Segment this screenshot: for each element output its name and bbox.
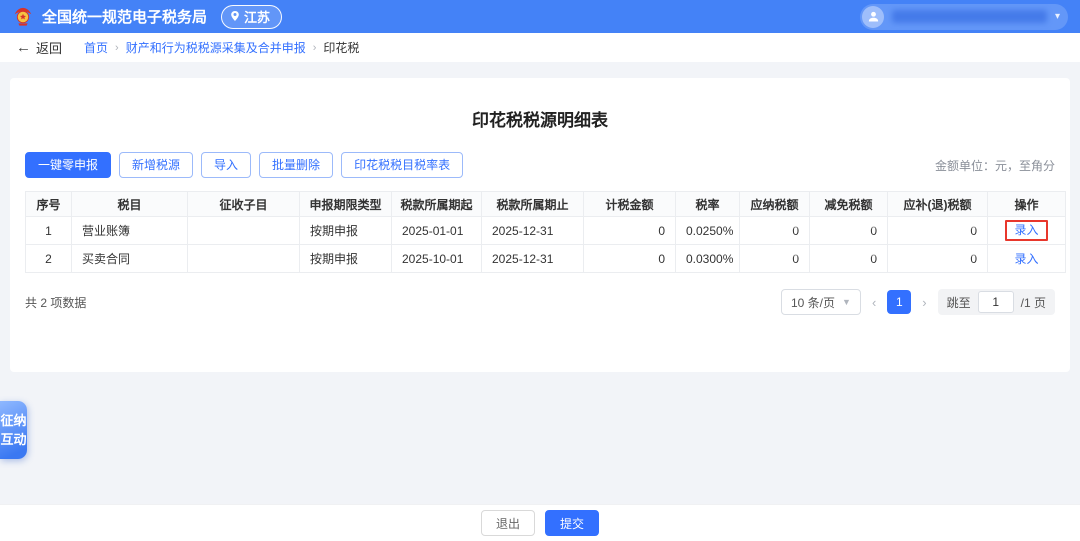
table-row: 1营业账簿按期申报2025-01-012025-12-3100.0250%000… [26, 217, 1066, 245]
tax-source-table: 序号税目征收子目申报期限类型税款所属期起税款所属期止计税金额税率应纳税额减免税额… [25, 191, 1066, 273]
region-badge[interactable]: 江苏 [221, 5, 282, 29]
back-arrow-icon: ← [16, 39, 31, 56]
chevron-down-icon: ▾ [1055, 11, 1060, 22]
breadcrumb-separator: › [313, 42, 317, 54]
total-pages-label: /1 页 [1021, 294, 1046, 311]
add-tax-source-button[interactable]: 新增税源 [119, 152, 193, 178]
table-cell: 营业账簿 [72, 217, 188, 245]
redacted-value: 0 [870, 224, 877, 238]
column-header: 序号 [26, 192, 72, 217]
breadcrumb-bar: ← 返回 首页 › 财产和行为税税源采集及合并申报 › 印花税 [0, 33, 1080, 62]
enter-record-link[interactable]: 录入 [1014, 223, 1038, 237]
table-cell: 按期申报 [300, 245, 392, 273]
column-header: 操作 [988, 192, 1066, 217]
stamp-tax-item-rate-table-button[interactable]: 印花税税目税率表 [341, 152, 463, 178]
table-cell: 0 [810, 217, 888, 245]
table-cell: 1 [26, 217, 72, 245]
table-cell [188, 245, 300, 273]
table-cell: 按期申报 [300, 217, 392, 245]
redacted-value: 0 [970, 252, 977, 266]
table-cell: 0 [888, 245, 988, 273]
current-page-button[interactable]: 1 [887, 290, 911, 314]
prev-page-button[interactable]: ‹ [870, 295, 878, 310]
jump-to-page: 跳至 /1 页 [938, 289, 1055, 315]
jump-label: 跳至 [947, 294, 971, 311]
column-header: 税款所属期止 [482, 192, 584, 217]
column-header: 申报期限类型 [300, 192, 392, 217]
brand-area: 全国统一规范电子税务局 江苏 [12, 5, 282, 29]
back-button[interactable]: ← 返回 [16, 38, 62, 57]
table-cell: 0 [584, 217, 676, 245]
table-cell: 0.0250% [676, 217, 740, 245]
column-header: 应纳税额 [740, 192, 810, 217]
table-footer: 共 2 项数据 10 条/页 ▼ ‹ 1 › 跳至 /1 页 [25, 289, 1055, 315]
breadcrumb-current: 印花税 [323, 39, 359, 56]
breadcrumb-home[interactable]: 首页 [84, 39, 108, 56]
toolbar: 一键零申报新增税源导入批量删除印花税税目税率表 金额单位：元，至角分 [25, 152, 1055, 178]
redacted-value: 0 [792, 252, 799, 266]
bottom-action-bar: 退出 提交 [0, 504, 1080, 541]
table-cell: 2 [26, 245, 72, 273]
breadcrumb: 首页 › 财产和行为税税源采集及合并申报 › 印花税 [84, 39, 359, 56]
breadcrumb-collection-declaration[interactable]: 财产和行为税税源采集及合并申报 [126, 39, 306, 56]
table-cell: 买卖合同 [72, 245, 188, 273]
table-cell: 0 [584, 245, 676, 273]
table-cell: 2025-12-31 [482, 217, 584, 245]
redacted-value: 0 [870, 252, 877, 266]
page-size-select[interactable]: 10 条/页 ▼ [781, 289, 861, 315]
table-cell: 0 [888, 217, 988, 245]
user-name-redacted [892, 10, 1047, 23]
table-cell: 0 [740, 245, 810, 273]
total-count-label: 共 2 项数据 [25, 294, 86, 311]
back-label: 返回 [36, 38, 62, 57]
chevron-down-icon: ▼ [842, 297, 851, 307]
toolbar-buttons: 一键零申报新增税源导入批量删除印花税税目税率表 [25, 152, 463, 178]
highlight-annotation-box: 录入 [1005, 220, 1047, 241]
next-page-button[interactable]: › [920, 295, 928, 310]
column-header: 征收子目 [188, 192, 300, 217]
redacted-value: 0 [970, 224, 977, 238]
column-header: 计税金额 [584, 192, 676, 217]
page-size-value: 10 条/页 [791, 294, 835, 311]
batch-delete-button[interactable]: 批量删除 [259, 152, 333, 178]
table-row: 2买卖合同按期申报2025-10-012025-12-3100.0300%000… [26, 245, 1066, 273]
enter-record-link[interactable]: 录入 [1014, 252, 1038, 266]
table-cell: 2025-12-31 [482, 245, 584, 273]
page-title: 印花税税源明细表 [25, 106, 1055, 131]
breadcrumb-separator: › [115, 42, 119, 54]
table-cell [188, 217, 300, 245]
table-cell: 0 [740, 217, 810, 245]
jump-page-input[interactable] [978, 291, 1014, 313]
column-header: 税率 [676, 192, 740, 217]
app-title: 全国统一规范电子税务局 [42, 6, 207, 27]
action-cell: 录入 [988, 245, 1066, 273]
location-pin-icon [230, 10, 240, 22]
import-button[interactable]: 导入 [201, 152, 251, 178]
column-header: 应补(退)税额 [888, 192, 988, 217]
exit-button[interactable]: 退出 [481, 510, 535, 536]
amount-unit-note: 金额单位：元，至角分 [935, 157, 1055, 174]
pagination: 10 条/页 ▼ ‹ 1 › 跳至 /1 页 [781, 289, 1055, 315]
column-header: 减免税额 [810, 192, 888, 217]
main-card: 印花税税源明细表 一键零申报新增税源导入批量删除印花税税目税率表 金额单位：元，… [10, 78, 1070, 372]
action-cell: 录入 [988, 217, 1066, 245]
app-header: 全国统一规范电子税务局 江苏 ▾ [0, 0, 1080, 33]
table-cell: 0 [810, 245, 888, 273]
table-cell: 2025-10-01 [392, 245, 482, 273]
tax-bureau-emblem-icon [12, 6, 34, 28]
redacted-value: 0 [792, 224, 799, 238]
column-header: 税目 [72, 192, 188, 217]
table-header-row: 序号税目征收子目申报期限类型税款所属期起税款所属期止计税金额税率应纳税额减免税额… [26, 192, 1066, 217]
user-menu[interactable]: ▾ [860, 4, 1068, 30]
region-badge-label: 江苏 [244, 7, 270, 26]
tax-interaction-side-tab[interactable]: 征纳互动 [0, 401, 27, 459]
submit-button[interactable]: 提交 [545, 510, 599, 536]
table-cell: 2025-01-01 [392, 217, 482, 245]
user-avatar-icon [862, 6, 884, 28]
one-click-zero-declaration-button[interactable]: 一键零申报 [25, 152, 111, 178]
table-cell: 0.0300% [676, 245, 740, 273]
column-header: 税款所属期起 [392, 192, 482, 217]
